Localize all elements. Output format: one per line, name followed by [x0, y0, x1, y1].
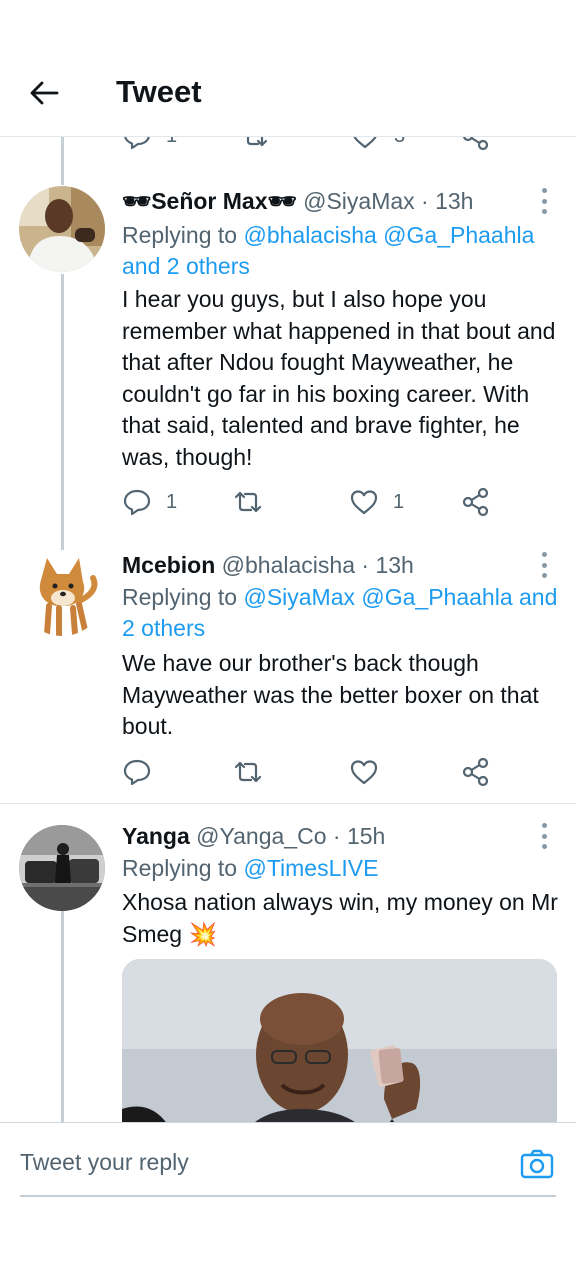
replying-to: Replying to @bhalacisha @Ga_Phaahla and … [122, 220, 558, 282]
tweet-time: · 15h [332, 823, 386, 849]
avatar[interactable] [19, 186, 105, 272]
reply-icon [123, 489, 151, 516]
camera-icon [520, 1149, 554, 1179]
tweet[interactable]: 🕶Señor Max🕶 @SiyaMax · 13h Replying to @… [0, 186, 576, 526]
tweet-actions [122, 757, 502, 787]
thread-line [61, 137, 64, 185]
more-icon[interactable] [538, 552, 550, 578]
replying-label: Replying to [122, 855, 244, 881]
reply-composer: Tweet your reply [0, 1122, 576, 1280]
divider [0, 803, 576, 804]
tweet-header: Mcebion @bhalacisha · 13h [122, 550, 526, 580]
replying-to: Replying to @SiyaMax @Ga_Phaahla and 2 o… [122, 582, 558, 644]
tweet-media-image[interactable] [122, 959, 557, 1122]
reply-button[interactable]: 1 [122, 137, 177, 151]
display-name[interactable]: 🕶Señor Max🕶 [122, 188, 297, 214]
reply-count: 1 [166, 137, 177, 148]
reply-count: 1 [166, 490, 178, 513]
share-icon [462, 757, 489, 787]
back-button[interactable] [24, 76, 64, 110]
retweet-button[interactable] [240, 137, 270, 151]
more-icon[interactable] [538, 823, 550, 849]
like-icon [350, 490, 378, 515]
user-handle[interactable]: @bhalacisha [222, 552, 355, 578]
replying-to-links[interactable]: @TimesLIVE [243, 855, 378, 881]
retweet-button[interactable] [232, 487, 278, 517]
reply-icon [123, 759, 151, 786]
like-button[interactable]: 1 [349, 487, 404, 517]
share-icon [463, 137, 489, 151]
share-icon [462, 487, 489, 517]
user-handle[interactable]: @Yanga_Co [196, 823, 326, 849]
share-button[interactable] [462, 487, 490, 517]
tweet-header: Yanga @Yanga_Co · 15h [122, 821, 526, 851]
tweet-actions: 1 1 [122, 487, 502, 517]
reply-input-underline [20, 1195, 556, 1197]
like-count: 1 [393, 490, 405, 513]
tweet-time: · 13h [361, 552, 414, 578]
like-icon [350, 760, 378, 785]
tweet-time: · 13h [421, 188, 474, 214]
top-app-bar: Tweet [0, 0, 576, 137]
previous-tweet-actions: 1 3 [0, 137, 576, 153]
reply-icon [124, 137, 150, 150]
tweet[interactable]: Yanga @Yanga_Co · 15h Replying to @Times… [0, 821, 576, 1122]
retweet-icon [234, 491, 262, 513]
like-button[interactable]: 3 [350, 137, 405, 151]
replying-to: Replying to @TimesLIVE [122, 853, 558, 884]
tweet-text: Xhosa nation always win, my money on Mr … [122, 889, 558, 947]
retweet-button[interactable] [232, 757, 278, 787]
conversation-feed[interactable]: 1 3 🕶Señor Max🕶 @S [0, 137, 576, 1122]
tweet[interactable]: Mcebion @bhalacisha · 13h Replying to @S… [0, 550, 576, 790]
camera-button[interactable] [520, 1147, 554, 1181]
back-arrow-icon [30, 81, 59, 105]
more-icon[interactable] [538, 188, 550, 214]
like-count: 3 [394, 137, 405, 148]
tweet-header: 🕶Señor Max🕶 @SiyaMax · 13h [122, 186, 526, 216]
retweet-icon [234, 761, 262, 783]
tweet-text: We have our brother's back though Maywea… [122, 650, 539, 739]
like-icon [353, 137, 377, 149]
avatar[interactable] [19, 550, 105, 636]
retweet-icon [246, 137, 268, 147]
reply-input[interactable]: Tweet your reply [20, 1149, 189, 1176]
page-title: Tweet [116, 74, 202, 109]
display-name[interactable]: Yanga [122, 823, 190, 849]
like-button[interactable] [349, 757, 393, 787]
user-handle[interactable]: @SiyaMax [303, 188, 415, 214]
tweet-text: I hear you guys, but I also hope you rem… [122, 286, 556, 470]
display-name[interactable]: Mcebion [122, 552, 215, 578]
replying-label: Replying to [122, 222, 244, 248]
reply-button[interactable]: 1 [122, 487, 177, 517]
share-button[interactable] [462, 757, 490, 787]
replying-label: Replying to [122, 584, 244, 610]
avatar[interactable] [19, 825, 105, 911]
share-button[interactable] [462, 137, 490, 151]
reply-button[interactable] [122, 757, 166, 787]
